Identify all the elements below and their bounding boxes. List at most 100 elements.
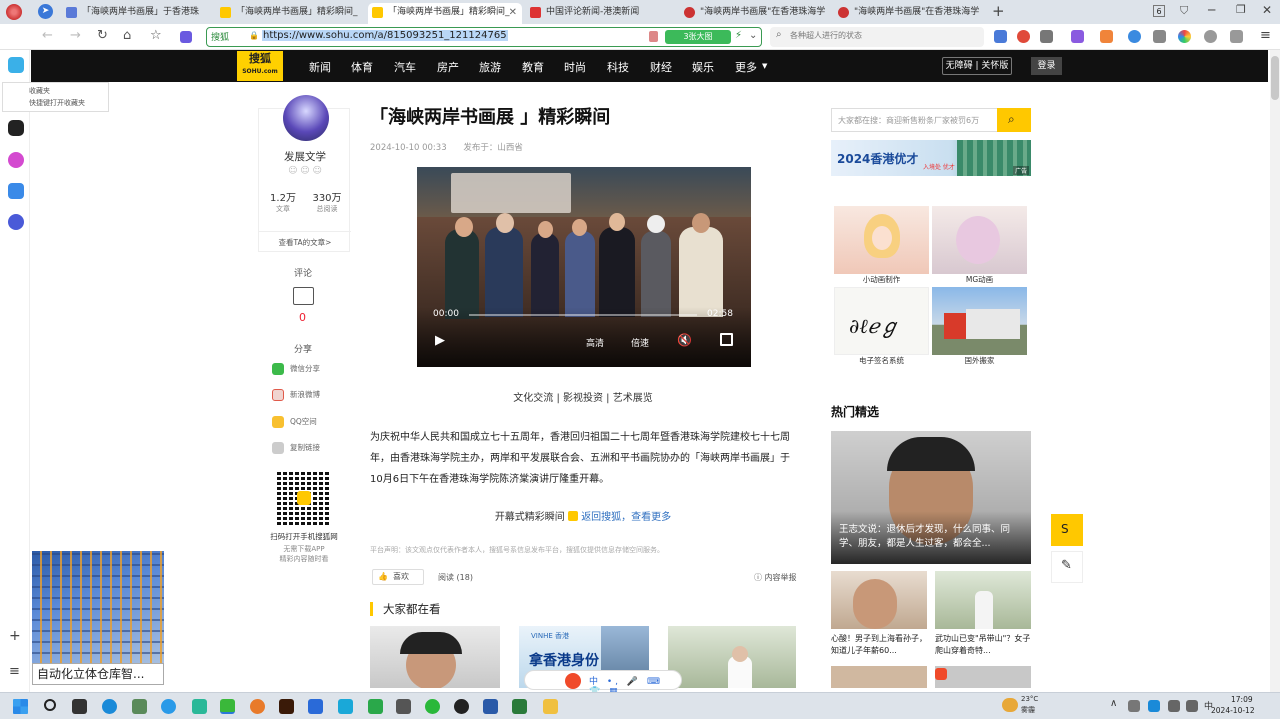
scrollbar-thumb[interactable]: [1271, 56, 1279, 100]
tab-count-badge[interactable]: 6: [1153, 5, 1165, 17]
forward-icon[interactable]: →: [70, 28, 81, 43]
network-icon[interactable]: [1168, 700, 1180, 712]
write-float-button[interactable]: ✎: [1051, 551, 1083, 583]
sohu-logo[interactable]: 搜狐 SOHU.com: [237, 51, 283, 81]
accessibility-button[interactable]: 无障碍 | 关怀版: [942, 57, 1012, 75]
grid-caption-2[interactable]: MG动画: [932, 274, 1027, 285]
app-green-icon[interactable]: [192, 699, 207, 714]
browser-search-input[interactable]: ⌕ 各种超人进行的状态: [770, 27, 984, 47]
task-view-icon[interactable]: [72, 699, 87, 714]
new-tab-button[interactable]: +: [992, 2, 1005, 20]
nav-item-sports[interactable]: 体育: [351, 59, 373, 75]
sohu-search-input[interactable]: 大家都在搜：商迎新售粉条厂家被罚6万 ⌕: [831, 108, 1031, 132]
hot-small-image-1[interactable]: [831, 571, 927, 629]
app-cyan-icon[interactable]: [338, 699, 353, 714]
clock-time[interactable]: 17:09: [1231, 695, 1253, 704]
url-input[interactable]: 搜狐 🔒 https://www.sohu.com/a/815093251_12…: [206, 27, 762, 47]
translate-icon[interactable]: [1071, 30, 1084, 43]
like-button[interactable]: 👍 喜欢: [372, 569, 424, 585]
recommend-thumb-3[interactable]: [668, 626, 796, 688]
file-app-icon[interactable]: [132, 699, 147, 714]
quality-button[interactable]: 高清: [586, 336, 604, 349]
browser-app-icon[interactable]: [220, 699, 235, 714]
sohu-float-button[interactable]: S: [1051, 514, 1083, 546]
back-icon[interactable]: ←: [42, 28, 53, 43]
back-to-sohu-link[interactable]: 返回搜狐，查看更多: [581, 512, 671, 523]
hot-small-image-4[interactable]: [935, 666, 1031, 688]
article-tags[interactable]: 文化交流 | 影视投资 | 艺术展览: [370, 389, 796, 404]
navigate-icon[interactable]: ➤: [38, 4, 53, 19]
illustrator-icon[interactable]: [279, 699, 294, 714]
hk-talent-ad-banner[interactable]: 2024香港优才 入境处 优才 广告: [831, 140, 1031, 176]
nav-item-property[interactable]: 房产: [437, 59, 459, 75]
site-badge[interactable]: 搜狐: [211, 30, 229, 43]
scissors-icon[interactable]: [1040, 30, 1053, 43]
taskbar-search-icon[interactable]: [44, 699, 56, 711]
warehouse-ad-caption[interactable]: 自动化立体仓库智...: [32, 663, 164, 685]
ie-icon[interactable]: [161, 699, 176, 714]
close-tab-icon[interactable]: ✕: [509, 3, 517, 22]
tray-chevron-icon[interactable]: ∧: [1110, 698, 1117, 709]
recommend-thumb-1[interactable]: [370, 626, 500, 688]
author-name[interactable]: 发展文学: [259, 149, 351, 164]
app-orange-icon[interactable]: [250, 699, 265, 714]
app-green2-icon[interactable]: [368, 699, 383, 714]
excel-icon[interactable]: [512, 699, 527, 714]
mute-icon[interactable]: 🔇: [677, 333, 692, 347]
more-caret-icon[interactable]: ▼: [762, 62, 767, 70]
nav-item-auto[interactable]: 汽车: [394, 59, 416, 75]
login-button[interactable]: 登录: [1031, 57, 1062, 75]
share-weibo[interactable]: 新浪微博: [272, 389, 320, 401]
nav-item-more[interactable]: 更多: [735, 59, 757, 75]
game-icon[interactable]: [1100, 30, 1113, 43]
tray-icon-1[interactable]: [1128, 700, 1140, 712]
e-signature-image[interactable]: ∂ℓℯℊ: [834, 287, 929, 355]
play-icon[interactable]: ▶: [435, 333, 445, 348]
share-copy-link[interactable]: 复制链接: [272, 442, 320, 454]
clock-date[interactable]: 2024-10-12: [1211, 706, 1255, 715]
close-window-icon[interactable]: ✕: [1262, 3, 1272, 17]
apps-grid-icon[interactable]: [1153, 30, 1166, 43]
colorful-icon[interactable]: [1178, 30, 1191, 43]
nav-item-entertainment[interactable]: 娱乐: [692, 59, 714, 75]
pen-app-icon[interactable]: [396, 699, 411, 714]
image-mode-button[interactable]: 3张大图: [665, 30, 731, 44]
sidebar-app-icon[interactable]: [8, 57, 24, 73]
menu-icon[interactable]: ≡: [1260, 28, 1271, 43]
find-icon[interactable]: [1128, 30, 1141, 43]
shirt-icon[interactable]: ⛉: [1180, 4, 1188, 18]
warehouse-ad-image[interactable]: [32, 551, 164, 663]
nav-item-finance[interactable]: 财经: [650, 59, 672, 75]
tab-4[interactable]: 中国评论新闻-港澳新闻: [526, 3, 676, 24]
hot-small-caption-1[interactable]: 心酸！男子到上海看孙子，知道儿子年薪60...: [831, 633, 927, 657]
anime-girl-image[interactable]: [834, 206, 929, 274]
view-articles-link[interactable]: 查看TA的文章>: [259, 237, 351, 248]
share-wechat[interactable]: 微信分享: [272, 363, 320, 375]
lightning-icon[interactable]: ⚡: [735, 30, 742, 41]
url-text[interactable]: https://www.sohu.com/a/815093251_1211247…: [262, 30, 508, 41]
word-icon[interactable]: [483, 699, 498, 714]
ime-toolbar[interactable]: 中 •, 🎤 ⌨ 👕 ▦: [524, 670, 682, 697]
tray-icon-2[interactable]: [1148, 700, 1160, 712]
undo-icon[interactable]: [1230, 30, 1243, 43]
ai-icon[interactable]: [180, 31, 192, 43]
add-icon[interactable]: +: [9, 628, 21, 644]
sidebar-menu-icon[interactable]: ≡: [9, 664, 20, 679]
tab-3-active[interactable]: 「海峡两岸书画展」精彩瞬间_ ✕: [368, 3, 522, 24]
browser-logo-icon[interactable]: [6, 4, 22, 20]
nav-item-tech[interactable]: 科技: [607, 59, 629, 75]
reload-icon[interactable]: ↻: [97, 28, 108, 43]
bookmark-star-icon[interactable]: ☆: [150, 28, 162, 43]
video-progress-bar[interactable]: [469, 314, 697, 316]
shield-icon[interactable]: [649, 31, 658, 42]
robot-icon[interactable]: [8, 214, 24, 230]
page-scrollbar[interactable]: [1270, 50, 1280, 692]
tab-6[interactable]: "海峡两岸书画展"在香港珠海学: [834, 3, 984, 24]
ai-assistant-icon[interactable]: [8, 152, 24, 168]
bilibili-icon[interactable]: [8, 120, 24, 136]
speed-button[interactable]: 倍速: [631, 336, 649, 349]
nav-item-news[interactable]: 新闻: [309, 59, 331, 75]
chevron-down-icon[interactable]: ⌄: [749, 30, 757, 41]
ai-chat-icon[interactable]: [8, 183, 24, 199]
brightness-icon[interactable]: [1204, 30, 1217, 43]
